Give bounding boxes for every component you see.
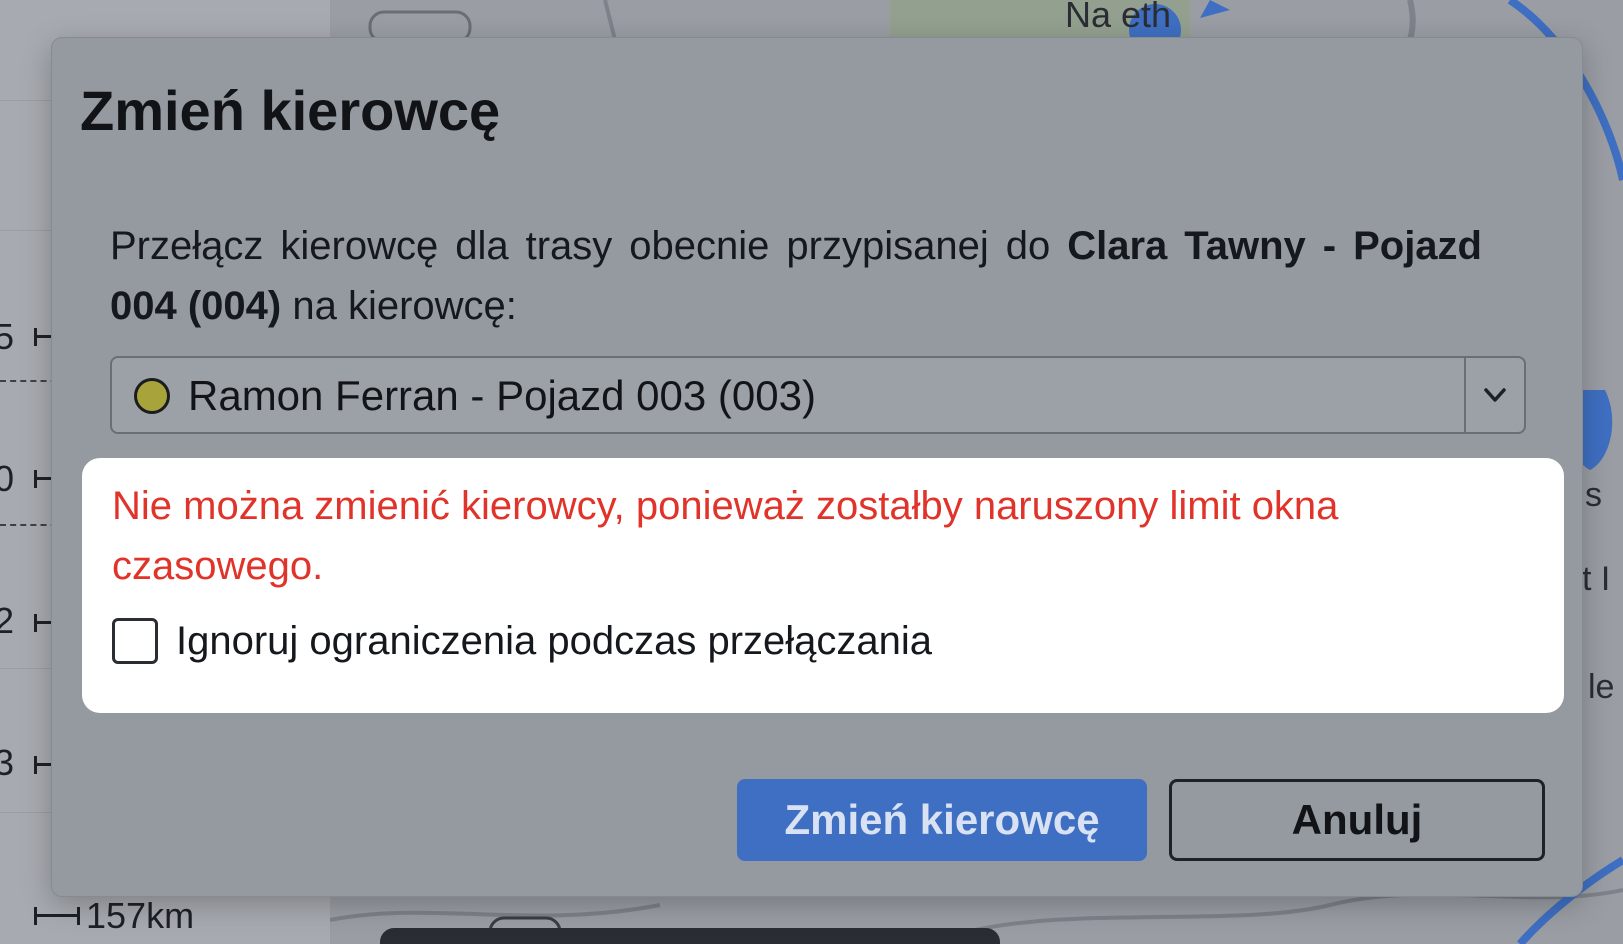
- description-suffix: na kierowcę:: [281, 284, 517, 328]
- driver-status-dot-icon: [134, 378, 170, 414]
- map-arrow-icon: [1200, 0, 1230, 18]
- constraint-warning-message: Nie można zmienić kierowcy, ponieważ zos…: [112, 484, 1339, 588]
- map-town-label: Na eth: [1065, 0, 1172, 35]
- map-edge-label: s: [1585, 476, 1602, 514]
- stop-number: 5: [0, 316, 15, 357]
- ignore-constraints-label[interactable]: Ignoruj ograniczenia podczas przełączani…: [176, 615, 932, 667]
- select-divider: [1464, 358, 1466, 432]
- ignore-constraints-option[interactable]: Ignoruj ograniczenia podczas przełączani…: [112, 615, 932, 667]
- chevron-down-icon[interactable]: [1480, 380, 1510, 410]
- driver-select-value: Ramon Ferran - Pojazd 003 (003): [188, 372, 816, 419]
- cancel-button[interactable]: Anuluj: [1169, 779, 1545, 861]
- map-bottom-bar: [380, 928, 1000, 944]
- stop-number: 3: [0, 742, 15, 783]
- stop-number: 2: [0, 600, 15, 641]
- route-distance-value: 157km: [86, 895, 195, 936]
- distance-icon: [34, 907, 80, 925]
- stop-number: 0: [0, 458, 15, 499]
- change-driver-button[interactable]: Zmień kierowcę: [737, 779, 1147, 861]
- description-prefix: Przełącz kierowcę dla trasy obecnie przy…: [110, 224, 1068, 268]
- route-distance: 157km: [34, 895, 194, 937]
- map-edge-label: le: [1588, 668, 1615, 706]
- map-edge-label: t I: [1582, 560, 1611, 598]
- dialog-description: Przełącz kierowcę dla trasy obecnie przy…: [110, 216, 1482, 336]
- driver-select[interactable]: Ramon Ferran - Pojazd 003 (003): [110, 356, 1526, 434]
- constraint-warning-panel: Nie można zmienić kierowcy, ponieważ zos…: [82, 458, 1564, 713]
- ignore-constraints-checkbox[interactable]: [112, 618, 158, 664]
- dialog-title: Zmień kierowcę: [80, 79, 501, 142]
- app-screen: 5 0 2 3 157km Na eth s t I le Zmień kier…: [0, 0, 1623, 944]
